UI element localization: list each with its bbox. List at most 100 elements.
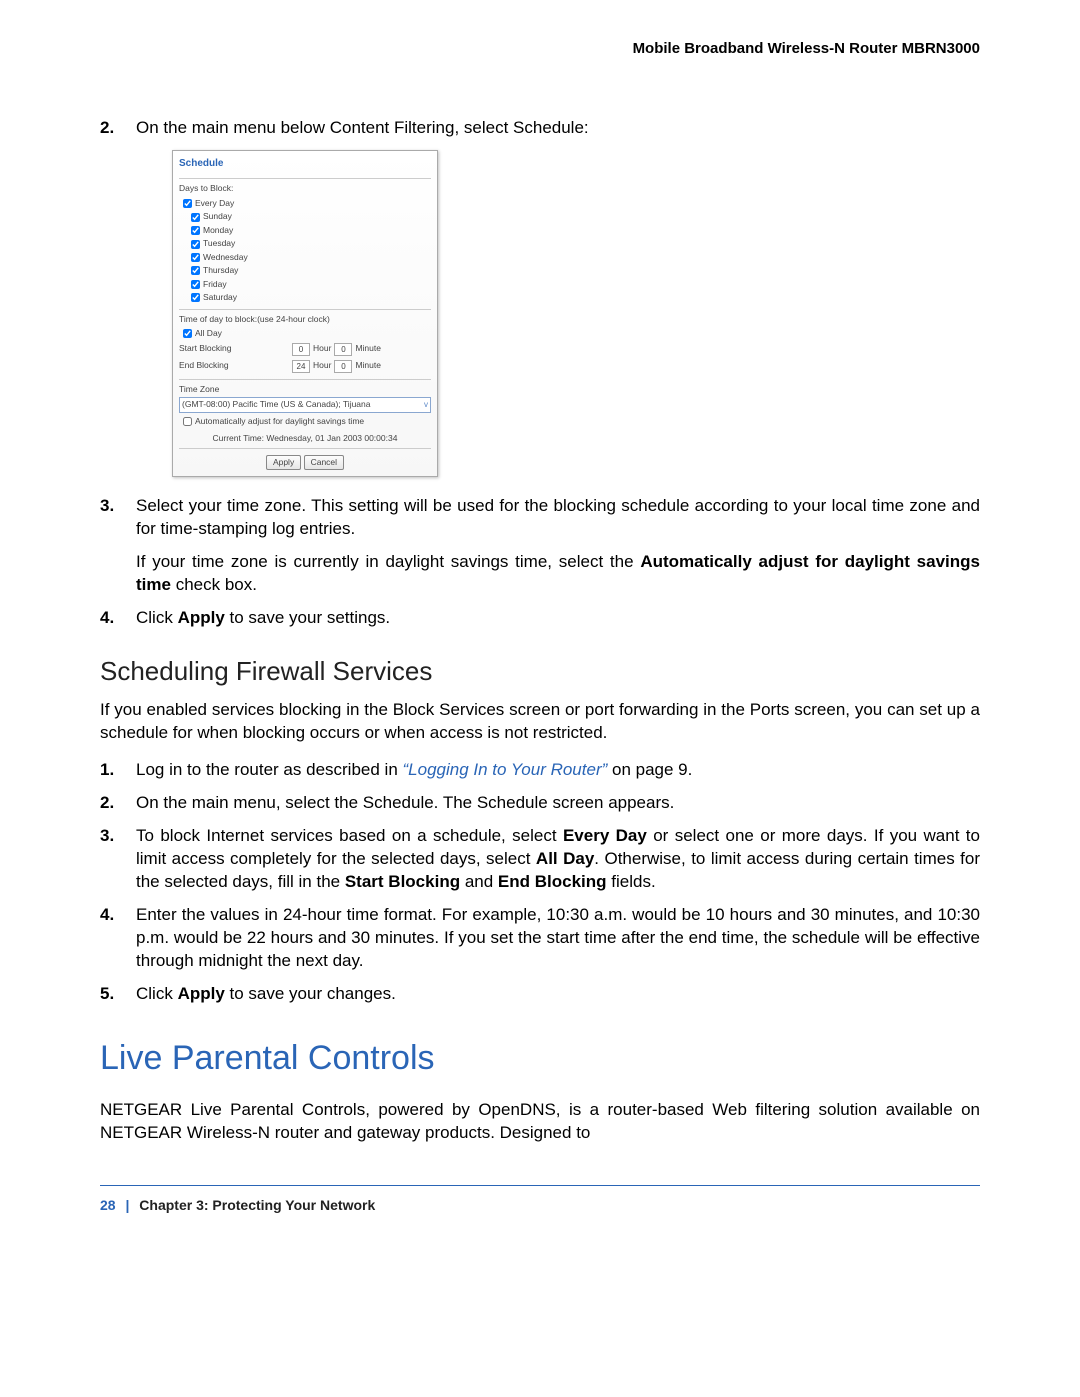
day-tuesday-label: Tuesday bbox=[203, 238, 235, 249]
scheduling-firewall-heading: Scheduling Firewall Services bbox=[100, 654, 980, 689]
dst-label: Automatically adjust for daylight saving… bbox=[195, 416, 364, 427]
day-wednesday-row[interactable]: Wednesday bbox=[179, 251, 431, 264]
step-4-text: Click Apply to save your settings. bbox=[136, 607, 980, 630]
end-min-input[interactable]: 0 bbox=[334, 360, 352, 373]
day-wednesday-label: Wednesday bbox=[203, 252, 248, 263]
day-sunday-row[interactable]: Sunday bbox=[179, 210, 431, 223]
day-friday-row[interactable]: Friday bbox=[179, 278, 431, 291]
sched-s3-mid3: and bbox=[460, 872, 498, 891]
chapter-title: Chapter 3: Protecting Your Network bbox=[139, 1197, 375, 1213]
every-day-label: Every Day bbox=[195, 198, 234, 209]
document-header: Mobile Broadband Wireless-N Router MBRN3… bbox=[100, 40, 980, 57]
sched-s5-bold: Apply bbox=[178, 984, 225, 1003]
day-thursday-label: Thursday bbox=[203, 265, 238, 276]
sched-s5-pre: Click bbox=[136, 984, 178, 1003]
step-2-text: On the main menu below Content Filtering… bbox=[136, 117, 980, 140]
all-day-row[interactable]: All Day bbox=[179, 327, 431, 340]
step-2: 2. On the main menu below Content Filter… bbox=[100, 117, 980, 477]
day-saturday-checkbox[interactable] bbox=[191, 293, 200, 302]
step-3-p2: If your time zone is currently in daylig… bbox=[136, 551, 980, 597]
current-time-text: Current Time: Wednesday, 01 Jan 2003 00:… bbox=[179, 433, 431, 444]
sched-s5-post: to save your changes. bbox=[225, 984, 396, 1003]
sched-step-5: 5. Click Apply to save your changes. bbox=[100, 983, 980, 1006]
step-4-pre: Click bbox=[136, 608, 178, 627]
dst-row[interactable]: Automatically adjust for daylight saving… bbox=[179, 415, 431, 428]
start-hour-input[interactable]: 0 bbox=[292, 343, 310, 356]
footer-rule bbox=[100, 1185, 980, 1186]
end-hour-input[interactable]: 24 bbox=[292, 360, 310, 373]
day-wednesday-checkbox[interactable] bbox=[191, 253, 200, 262]
dst-checkbox[interactable] bbox=[183, 417, 192, 426]
sched-s1-post: on page 9. bbox=[607, 760, 692, 779]
apply-button[interactable]: Apply bbox=[266, 455, 301, 470]
start-min-input[interactable]: 0 bbox=[334, 343, 352, 356]
start-blocking-label: Start Blocking bbox=[179, 343, 289, 354]
sched-s3-allday: All Day bbox=[536, 849, 594, 868]
day-tuesday-row[interactable]: Tuesday bbox=[179, 237, 431, 250]
start-min-unit: Minute bbox=[355, 343, 381, 354]
time-of-day-label: Time of day to block:(use 24-hour clock) bbox=[179, 314, 431, 325]
end-blocking-row: End Blocking 24 Hour 0 Minute bbox=[179, 358, 431, 375]
day-friday-label: Friday bbox=[203, 279, 227, 290]
step-4: 4. Click Apply to save your settings. bbox=[100, 607, 980, 630]
step-marker: 3. bbox=[100, 495, 114, 518]
sched-step-4-text: Enter the values in 24-hour time format.… bbox=[136, 904, 980, 973]
panel-button-row: Apply Cancel bbox=[179, 455, 431, 470]
day-monday-row[interactable]: Monday bbox=[179, 224, 431, 237]
start-hour-unit: Hour bbox=[313, 343, 331, 354]
step-marker: 2. bbox=[100, 117, 114, 140]
step-3: 3. Select your time zone. This setting w… bbox=[100, 495, 980, 597]
day-thursday-checkbox[interactable] bbox=[191, 266, 200, 275]
days-to-block-label: Days to Block: bbox=[179, 183, 431, 194]
time-zone-select[interactable]: (GMT-08:00) Pacific Time (US & Canada); … bbox=[179, 397, 431, 413]
steps-top-list: 2. On the main menu below Content Filter… bbox=[100, 117, 980, 630]
cancel-button[interactable]: Cancel bbox=[304, 455, 344, 470]
step-marker: 2. bbox=[100, 792, 114, 815]
sched-step-2-text: On the main menu, select the Schedule. T… bbox=[136, 792, 980, 815]
day-saturday-row[interactable]: Saturday bbox=[179, 291, 431, 304]
day-tuesday-checkbox[interactable] bbox=[191, 240, 200, 249]
schedule-panel-title: Schedule bbox=[179, 157, 431, 171]
sched-step-4: 4. Enter the values in 24-hour time form… bbox=[100, 904, 980, 973]
live-parental-controls-heading: Live Parental Controls bbox=[100, 1036, 980, 1082]
step-4-bold: Apply bbox=[178, 608, 225, 627]
sched-step-3: 3. To block Internet services based on a… bbox=[100, 825, 980, 894]
step-3-p1: Select your time zone. This setting will… bbox=[136, 495, 980, 541]
step-marker: 5. bbox=[100, 983, 114, 1006]
sched-step-2: 2. On the main menu, select the Schedule… bbox=[100, 792, 980, 815]
sched-s1-pre: Log in to the router as described in bbox=[136, 760, 403, 779]
every-day-checkbox[interactable] bbox=[183, 199, 192, 208]
sched-step-1-text: Log in to the router as described in “Lo… bbox=[136, 759, 980, 782]
time-zone-label: Time Zone bbox=[179, 384, 431, 395]
footer-divider: | bbox=[125, 1197, 129, 1213]
end-hour-unit: Hour bbox=[313, 360, 331, 371]
logging-in-link[interactable]: “Logging In to Your Router” bbox=[403, 760, 608, 779]
chevron-down-icon: v bbox=[424, 400, 428, 411]
page-number: 28 bbox=[100, 1197, 116, 1213]
all-day-label: All Day bbox=[195, 328, 222, 339]
start-blocking-row: Start Blocking 0 Hour 0 Minute bbox=[179, 341, 431, 358]
day-monday-checkbox[interactable] bbox=[191, 226, 200, 235]
day-sunday-label: Sunday bbox=[203, 211, 232, 222]
schedule-panel-screenshot: Schedule Days to Block: Every Day Sunday… bbox=[172, 150, 438, 478]
sched-s3-startblocking: Start Blocking bbox=[345, 872, 460, 891]
all-day-checkbox[interactable] bbox=[183, 329, 192, 338]
step-marker: 3. bbox=[100, 825, 114, 848]
day-friday-checkbox[interactable] bbox=[191, 280, 200, 289]
day-sunday-checkbox[interactable] bbox=[191, 213, 200, 222]
end-blocking-label: End Blocking bbox=[179, 360, 289, 371]
step-3-p2-post: check box. bbox=[171, 575, 257, 594]
sched-s3-everyday: Every Day bbox=[563, 826, 647, 845]
page-footer: 28 | Chapter 3: Protecting Your Network bbox=[100, 1196, 980, 1215]
sched-s3-endblocking: End Blocking bbox=[498, 872, 607, 891]
sched-step-5-text: Click Apply to save your changes. bbox=[136, 983, 980, 1006]
step-3-p2-pre: If your time zone is currently in daylig… bbox=[136, 552, 640, 571]
sched-step-1: 1. Log in to the router as described in … bbox=[100, 759, 980, 782]
live-parental-controls-para: NETGEAR Live Parental Controls, powered … bbox=[100, 1099, 980, 1145]
end-min-unit: Minute bbox=[355, 360, 381, 371]
sched-s3-pre: To block Internet services based on a sc… bbox=[136, 826, 563, 845]
every-day-row[interactable]: Every Day bbox=[179, 197, 431, 210]
step-marker: 4. bbox=[100, 607, 114, 630]
day-thursday-row[interactable]: Thursday bbox=[179, 264, 431, 277]
scheduling-steps-list: 1. Log in to the router as described in … bbox=[100, 759, 980, 1005]
